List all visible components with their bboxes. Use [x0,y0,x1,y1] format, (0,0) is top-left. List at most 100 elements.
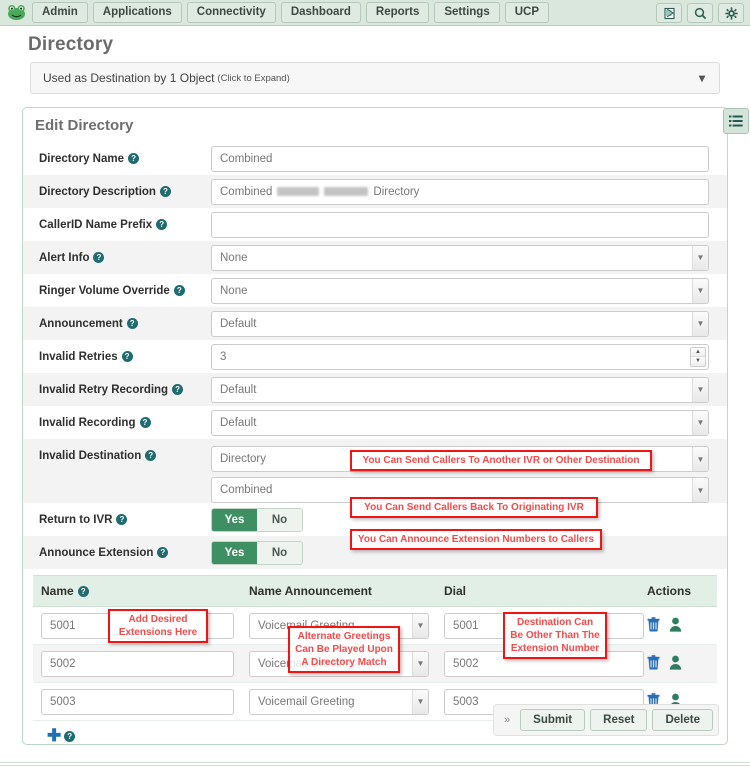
help-icon[interactable]: ? [156,218,168,230]
page-bottom-divider [0,762,750,766]
invalid-retries-input[interactable] [211,343,709,370]
help-icon[interactable]: ? [159,185,171,197]
invalid-retry-recording-select[interactable]: Default [211,376,709,403]
form-row-ringer-volume-override: Ringer Volume Override? None ▼ [23,274,727,307]
row-name-input[interactable] [41,688,234,715]
plus-icon[interactable]: ✚ [47,727,61,744]
label-ringer-volume-override: Ringer Volume Override? [33,284,211,297]
label-text: Directory Name [39,152,125,165]
label-invalid-destination: Invalid Destination? [33,446,211,462]
gear-icon[interactable] [718,3,744,23]
quantity-stepper[interactable]: ▲ ▼ [690,346,706,367]
annotation-invalid-destination: You Can Send Callers To Another IVR or O… [350,450,652,471]
stepper-up-icon[interactable]: ▲ [691,347,705,357]
announce-extension-yes[interactable]: Yes [212,541,257,564]
help-icon[interactable]: ? [139,416,151,428]
help-icon[interactable]: ? [172,383,184,395]
help-icon[interactable]: ? [121,350,133,362]
label-text: Announce Extension [39,546,154,559]
row-name-input[interactable] [41,650,234,677]
label-directory-description: Directory Description? [33,185,211,198]
label-text: Invalid Destination [39,450,142,462]
label-text: Ringer Volume Override [39,284,170,297]
label-text: Return to IVR [39,513,113,526]
label-text: Alert Info [39,251,90,264]
help-icon[interactable]: ? [145,450,157,461]
column-header-name: Name? [41,584,249,598]
list-menu-icon[interactable] [723,108,749,134]
column-header-dial: Dial [444,584,467,598]
return-to-ivr-toggle[interactable]: Yes No [211,507,303,532]
announce-extension-toggle[interactable]: Yes No [211,540,303,565]
stepper-down-icon[interactable]: ▼ [691,357,705,366]
help-icon[interactable]: ? [116,513,128,525]
label-text: Announcement [39,317,123,330]
form-row-directory-name: Directory Name? [23,142,727,175]
help-icon[interactable]: ? [173,284,185,296]
form-row-invalid-retry-recording: Invalid Retry Recording? Default ▼ [23,373,727,406]
return-to-ivr-no[interactable]: No [257,508,302,531]
used-as-destination-bar[interactable]: Used as Destination by 1 Object (Click t… [30,62,720,94]
reset-button[interactable]: Reset [590,709,648,731]
search-icon[interactable] [687,3,713,23]
form-action-bar: » Submit Reset Delete [493,704,719,736]
trash-icon[interactable] [647,616,660,635]
row-announcement-select[interactable]: Voicemail Greeting [249,688,429,715]
help-icon[interactable]: ? [77,586,89,597]
trash-icon[interactable] [647,654,660,673]
annotation-destination-other: Destination Can Be Other Than The Extens… [503,612,607,659]
book-flag-icon[interactable] [656,3,682,23]
help-icon[interactable]: ? [93,251,105,263]
alert-info-select[interactable]: None [211,244,709,271]
column-header-actions: Actions [647,584,692,598]
label-text: Invalid Recording [39,416,136,429]
column-header-name-announcement: Name Announcement [249,584,372,598]
frog-logo-icon[interactable] [6,3,26,23]
directory-description-input[interactable]: Combined Directory [211,178,709,205]
help-icon[interactable]: ? [126,317,138,329]
table-header-row: Name? Name Announcement Dial Actions [33,575,717,607]
nav-item-applications[interactable]: Applications [92,2,182,23]
invalid-recording-select[interactable]: Default [211,409,709,436]
description-prefix: Combined [220,185,273,198]
panel-title: Edit Directory [35,117,134,134]
directory-name-input[interactable] [211,145,709,172]
nav-item-ucp[interactable]: UCP [504,2,549,23]
nav-item-admin[interactable]: Admin [32,2,88,23]
label-callerid-name-prefix: CallerID Name Prefix? [33,218,211,231]
used-as-destination-text: Used as Destination by 1 Object [43,71,215,85]
annotation-alternate-greetings: Alternate Greetings Can Be Played Upon A… [288,626,400,673]
form-row-directory-description: Directory Description? Combined Director… [23,175,727,208]
user-icon[interactable] [669,617,682,635]
expand-actions-icon[interactable]: » [499,714,515,726]
column-header-label: Name [41,584,74,598]
nav-item-dashboard[interactable]: Dashboard [280,2,361,23]
submit-button[interactable]: Submit [520,709,586,731]
nav-item-connectivity[interactable]: Connectivity [186,2,276,23]
ringer-volume-override-select[interactable]: None [211,277,709,304]
callerid-name-prefix-input[interactable] [211,211,709,238]
label-text: CallerID Name Prefix [39,218,153,231]
label-text: Directory Description [39,185,156,198]
label-announcement: Announcement? [33,317,211,330]
used-as-destination-hint: (Click to Expand) [217,72,290,84]
nav-item-settings[interactable]: Settings [434,2,500,23]
return-to-ivr-yes[interactable]: Yes [212,508,257,531]
page-title: Directory [28,34,114,55]
annotation-announce-extension: You Can Announce Extension Numbers to Ca… [350,529,602,550]
announcement-select[interactable]: Default [211,310,709,337]
help-icon[interactable]: ? [64,730,76,742]
nav-item-reports[interactable]: Reports [365,2,430,23]
help-icon[interactable]: ? [128,152,140,164]
label-announce-extension: Announce Extension? [33,546,211,559]
chevron-down-icon[interactable]: ▾ [699,71,705,85]
form-row-alert-info: Alert Info? None ▼ [23,241,727,274]
form-row-announcement: Announcement? Default ▼ [23,307,727,340]
help-icon[interactable]: ? [157,546,169,558]
announce-extension-no[interactable]: No [257,541,302,564]
delete-button[interactable]: Delete [652,709,713,731]
label-text: Invalid Retry Recording [39,383,169,396]
user-icon[interactable] [669,655,682,673]
form-row-callerid-name-prefix: CallerID Name Prefix? [23,208,727,241]
redacted-text-block [277,187,320,196]
